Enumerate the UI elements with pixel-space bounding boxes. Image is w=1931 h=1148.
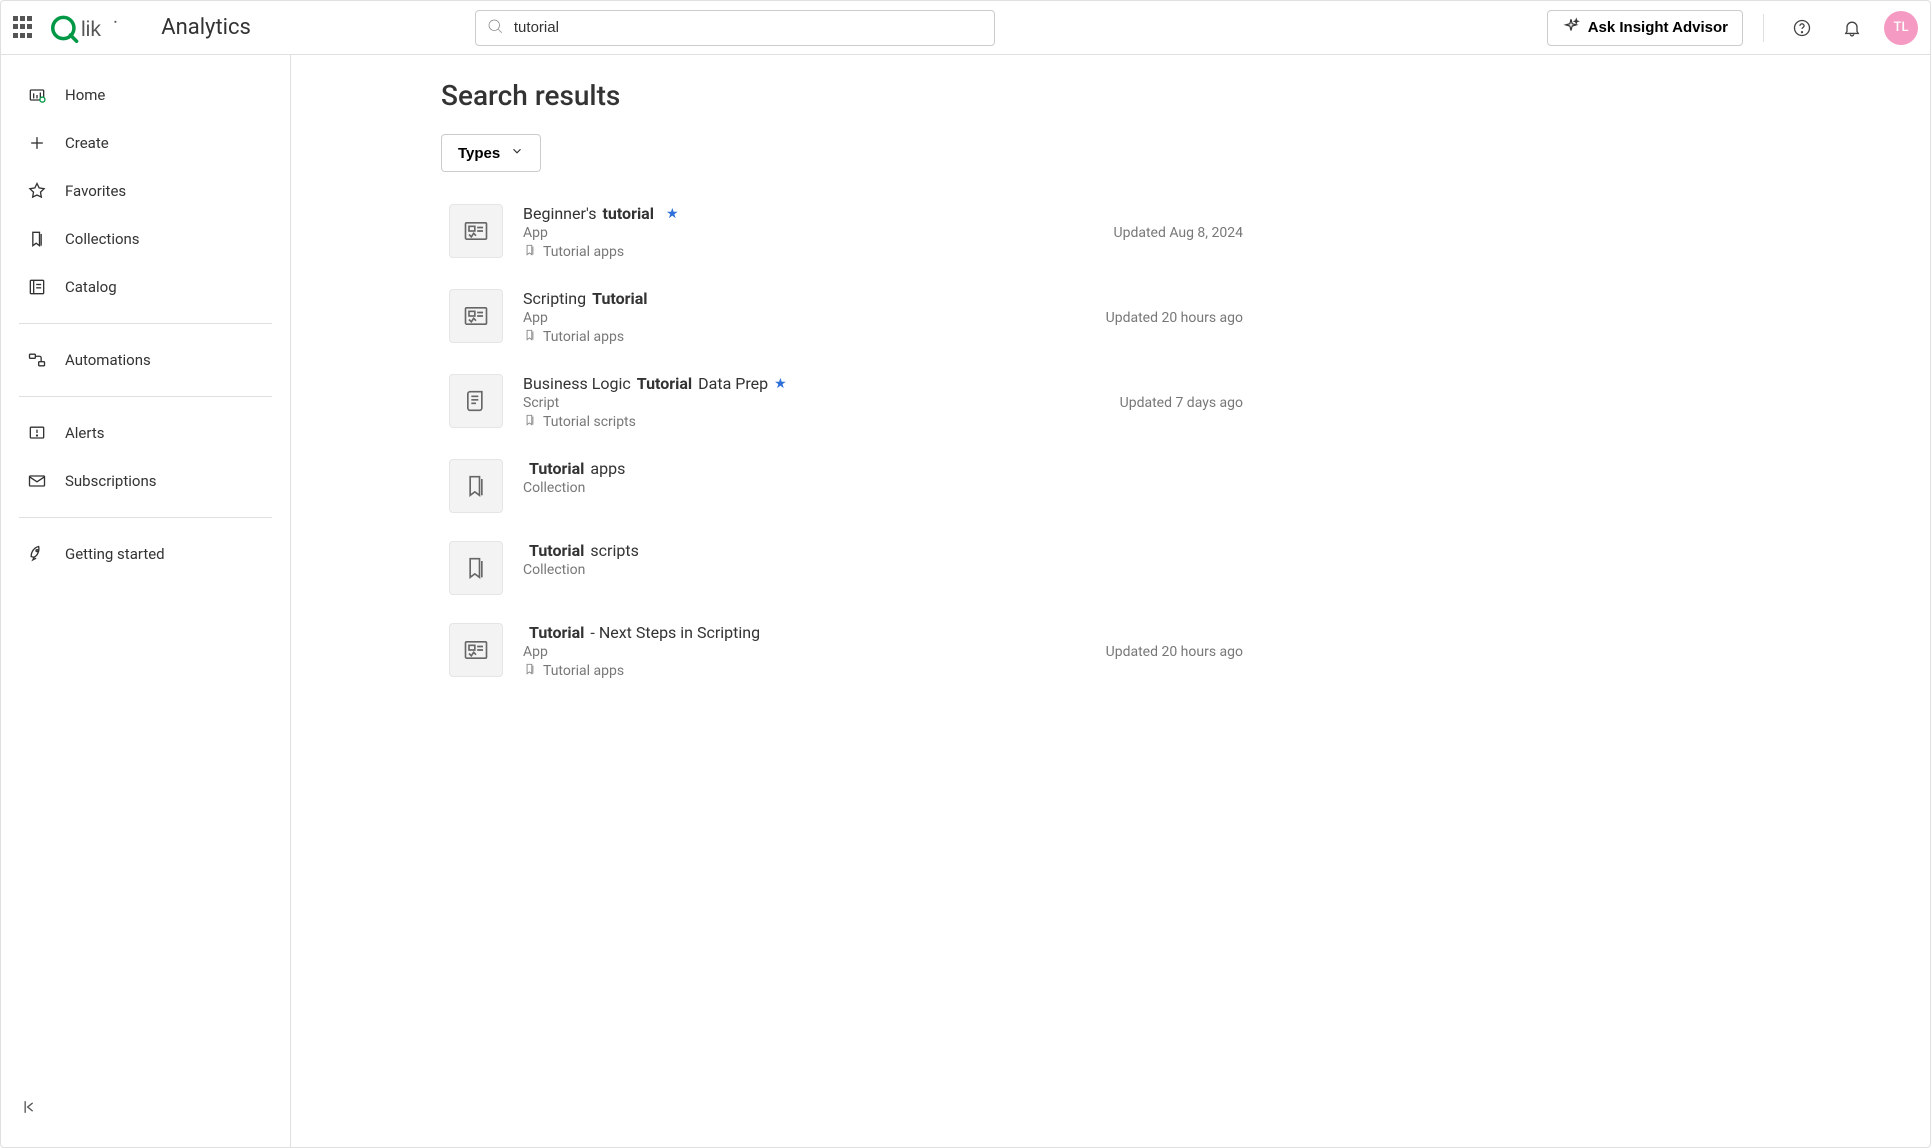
result-type: Collection — [523, 480, 1243, 496]
plus-icon — [27, 133, 47, 153]
favorite-star-icon: ★ — [774, 376, 787, 392]
sidebar-item-label: Subscriptions — [65, 472, 156, 490]
home-icon — [27, 85, 47, 105]
bookmark-icon — [523, 243, 537, 261]
bookmark-icon — [523, 662, 537, 680]
collection-thumb-icon — [449, 541, 503, 595]
user-avatar[interactable]: TL — [1884, 11, 1918, 45]
sidebar-item-subscriptions[interactable]: Subscriptions — [19, 457, 272, 505]
sparkle-icon — [1562, 17, 1580, 39]
divider — [19, 517, 272, 518]
result-body: Business Logic Tutorial Data Prep★ Script… — [523, 374, 1100, 431]
result-title: Beginner's tutorial★ — [523, 204, 1094, 223]
search-result-row[interactable]: Business Logic Tutorial Data Prep★ Script… — [441, 360, 1251, 445]
result-body: Scripting Tutorial App Tutorial apps — [523, 289, 1086, 346]
qlik-logo[interactable]: lik — [51, 13, 139, 43]
sidebar-item-catalog[interactable]: Catalog — [19, 263, 272, 311]
sidebar-item-create[interactable]: Create — [19, 119, 272, 167]
page-title: Search results — [441, 79, 1930, 112]
sidebar-item-home[interactable]: Home — [19, 71, 272, 119]
notifications-icon[interactable] — [1834, 10, 1870, 46]
result-collection: Tutorial scripts — [523, 413, 1100, 431]
sidebar-item-getting-started[interactable]: Getting started — [19, 530, 272, 578]
result-body: Tutorial - Next Steps in Scripting App Tut… — [523, 623, 1086, 680]
automations-icon — [27, 350, 47, 370]
catalog-icon — [27, 277, 47, 297]
svg-text:lik: lik — [81, 17, 101, 40]
mail-icon — [27, 471, 47, 491]
app-thumb-icon — [449, 289, 503, 343]
result-title: Tutorial scripts — [523, 541, 1243, 560]
result-collection: Tutorial apps — [523, 662, 1086, 680]
sidebar-item-alerts[interactable]: Alerts — [19, 409, 272, 457]
sidebar-item-label: Catalog — [65, 278, 117, 296]
avatar-initials: TL — [1894, 20, 1909, 35]
collapse-sidebar-button[interactable] — [1, 1087, 290, 1131]
result-type: Collection — [523, 562, 1243, 578]
divider — [19, 396, 272, 397]
help-icon[interactable] — [1784, 10, 1820, 46]
star-icon — [27, 181, 47, 201]
search-result-row[interactable]: Scripting Tutorial App Tutorial apps Update… — [441, 275, 1251, 360]
alert-icon — [27, 423, 47, 443]
result-title: Tutorial - Next Steps in Scripting — [523, 623, 1086, 642]
result-updated: Updated 20 hours ago — [1106, 310, 1243, 326]
result-collection: Tutorial apps — [523, 328, 1086, 346]
ask-insight-advisor-button[interactable]: Ask Insight Advisor — [1547, 10, 1743, 46]
search-result-row[interactable]: Tutorial apps Collection — [441, 445, 1251, 527]
sidebar-item-label: Automations — [65, 351, 151, 369]
search-input[interactable] — [514, 19, 984, 36]
app-launcher-icon[interactable] — [13, 16, 37, 40]
sidebar-item-label: Collections — [65, 230, 140, 248]
search-result-row[interactable]: Beginner's tutorial★ App Tutorial apps Upda… — [441, 190, 1251, 275]
result-type: App — [523, 225, 1094, 241]
search-box[interactable] — [475, 10, 995, 46]
divider — [1763, 14, 1764, 42]
bookmark-icon — [523, 413, 537, 431]
result-type: App — [523, 310, 1086, 326]
app-title: Analytics — [161, 15, 251, 40]
result-type: App — [523, 644, 1086, 660]
chevron-down-icon — [510, 144, 524, 162]
result-title: Business Logic Tutorial Data Prep★ — [523, 374, 1100, 393]
result-title: Tutorial apps — [523, 459, 1243, 478]
result-body: Beginner's tutorial★ App Tutorial apps — [523, 204, 1094, 261]
sidebar-item-label: Create — [65, 134, 109, 152]
sidebar-item-label: Alerts — [65, 424, 105, 442]
bookmark-collection-icon — [27, 229, 47, 249]
filter-label: Types — [458, 145, 500, 162]
result-title: Scripting Tutorial — [523, 289, 1086, 308]
favorite-star-icon: ★ — [666, 206, 679, 222]
app-thumb-icon — [449, 204, 503, 258]
result-body: Tutorial scripts Collection — [523, 541, 1243, 578]
sidebar-item-favorites[interactable]: Favorites — [19, 167, 272, 215]
sidebar-item-automations[interactable]: Automations — [19, 336, 272, 384]
insight-button-label: Ask Insight Advisor — [1588, 19, 1728, 36]
result-updated: Updated 7 days ago — [1120, 395, 1243, 411]
result-type: Script — [523, 395, 1100, 411]
app-thumb-icon — [449, 623, 503, 677]
result-collection: Tutorial apps — [523, 243, 1094, 261]
bookmark-icon — [523, 328, 537, 346]
sidebar: Home Create Favorites — [1, 55, 291, 1147]
search-icon — [486, 17, 504, 39]
types-filter-button[interactable]: Types — [441, 134, 541, 172]
divider — [19, 323, 272, 324]
collection-thumb-icon — [449, 459, 503, 513]
result-updated: Updated Aug 8, 2024 — [1114, 225, 1244, 241]
sidebar-item-collections[interactable]: Collections — [19, 215, 272, 263]
search-result-row[interactable]: Tutorial - Next Steps in Scripting App Tut… — [441, 609, 1251, 694]
search-result-row[interactable]: Tutorial scripts Collection — [441, 527, 1251, 609]
sidebar-item-label: Getting started — [65, 545, 165, 563]
result-body: Tutorial apps Collection — [523, 459, 1243, 496]
sidebar-item-label: Home — [65, 86, 105, 104]
rocket-icon — [27, 544, 47, 564]
script-thumb-icon — [449, 374, 503, 428]
result-updated: Updated 20 hours ago — [1106, 644, 1243, 660]
sidebar-item-label: Favorites — [65, 182, 126, 200]
